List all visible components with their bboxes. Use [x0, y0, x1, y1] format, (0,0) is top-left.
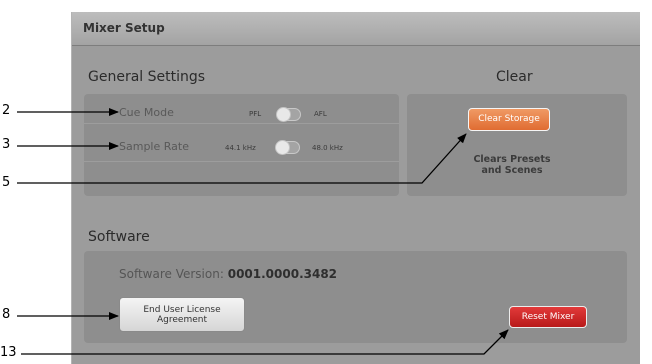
callout-3: 3	[2, 137, 11, 152]
reset-mixer-button[interactable]: Reset Mixer	[509, 306, 587, 328]
cue-mode-toggle[interactable]	[276, 107, 301, 122]
callout-2: 2	[2, 103, 11, 118]
toggle-knob	[275, 140, 290, 155]
clear-title: Clear	[496, 69, 533, 85]
cue-mode-afl-label: AFL	[314, 110, 327, 118]
toggle-knob	[276, 107, 291, 122]
sample-rate-label: Sample Rate	[119, 140, 189, 153]
title-bar: Mixer Setup	[72, 12, 640, 46]
cue-mode-label: Cue Mode	[119, 106, 174, 119]
row-divider	[84, 123, 399, 124]
sample-rate-toggle[interactable]	[275, 140, 300, 155]
window-title: Mixer Setup	[83, 21, 165, 35]
callout-5: 5	[2, 175, 11, 190]
software-version-label: Software Version:	[119, 267, 224, 281]
general-settings-title: General Settings	[88, 69, 206, 85]
clear-note-line1: Clears Presets	[473, 154, 551, 165]
software-version-value: 0001.0000.3482	[227, 267, 338, 281]
eula-button[interactable]: End User License Agreement	[119, 297, 245, 332]
clear-storage-button[interactable]: Clear Storage	[468, 108, 550, 131]
callout-13: 13	[0, 345, 17, 360]
eula-button-line2: Agreement	[157, 315, 207, 325]
clear-note: Clears Presets and Scenes	[462, 154, 562, 176]
sample-rate-48-label: 48.0 kHz	[312, 144, 343, 152]
callout-8: 8	[2, 307, 11, 322]
eula-button-line1: End User License	[143, 305, 221, 315]
clear-note-line2: and Scenes	[481, 165, 543, 176]
sample-rate-44-label: 44.1 kHz	[225, 144, 256, 152]
row-divider	[84, 161, 399, 162]
cue-mode-pfl-label: PFL	[249, 110, 262, 118]
software-title: Software	[88, 229, 150, 245]
software-version: Software Version: 0001.0000.3482	[119, 267, 337, 281]
